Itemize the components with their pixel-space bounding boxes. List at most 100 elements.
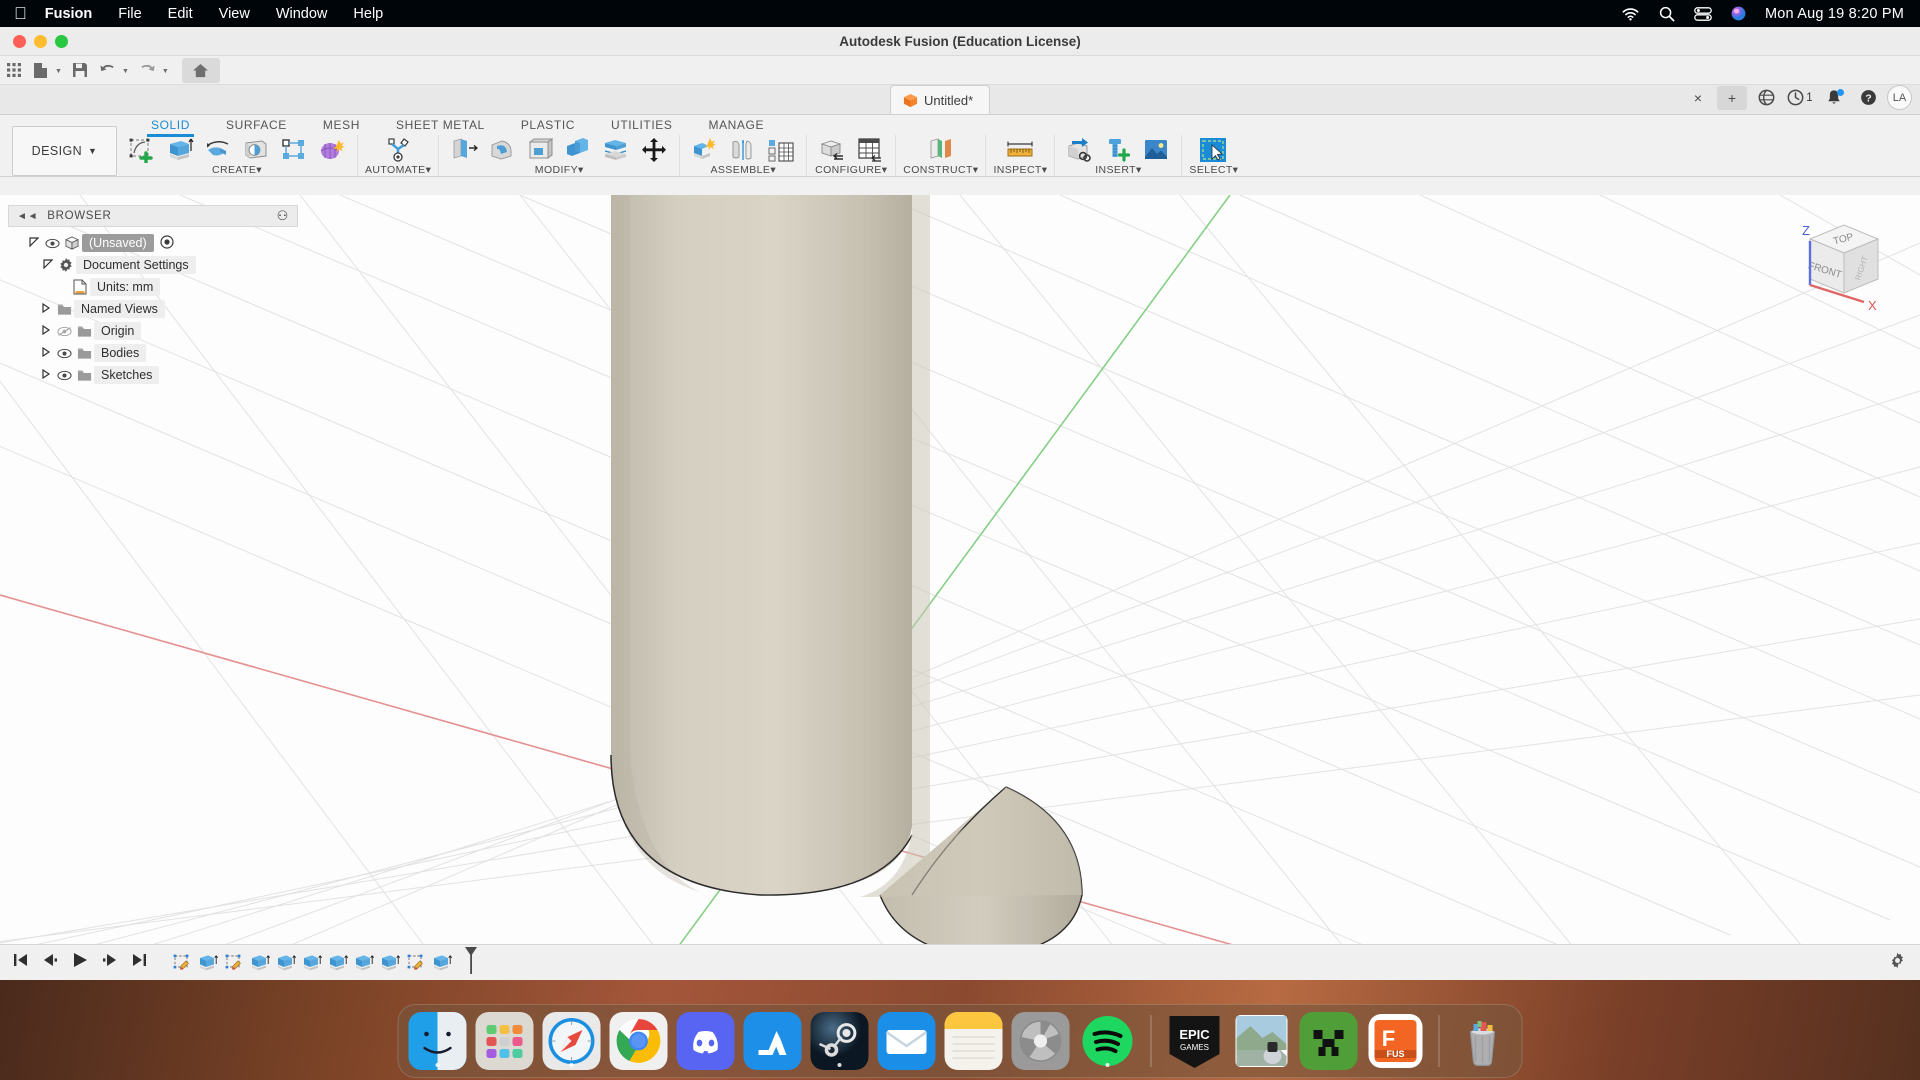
notes-icon[interactable] xyxy=(944,1012,1003,1070)
workspace-selector[interactable]: DESIGN ▼ xyxy=(12,126,117,176)
extrude-feature-icon[interactable] xyxy=(431,952,453,974)
extrude-feature-icon[interactable] xyxy=(249,952,271,974)
apple-menu-icon[interactable]:  xyxy=(14,5,27,22)
ribbon-tab-solid[interactable]: SOLID xyxy=(133,114,208,137)
job-status-icon[interactable]: 1 xyxy=(1785,86,1815,110)
siri-icon[interactable] xyxy=(1731,6,1746,21)
browser-row-bodies[interactable]: Bodies xyxy=(8,342,298,364)
chevron-down-icon[interactable]: ▼ xyxy=(55,68,62,75)
expand-arrow-icon[interactable] xyxy=(26,237,42,249)
discord-icon[interactable] xyxy=(676,1012,735,1070)
menu-item-file[interactable]: File xyxy=(118,6,141,22)
fusion-icon[interactable]: F FUS xyxy=(1367,1012,1425,1070)
visibility-eye-icon[interactable] xyxy=(54,348,74,359)
extrude-feature-icon[interactable] xyxy=(379,952,401,974)
browser-row-sketches[interactable]: Sketches xyxy=(8,364,298,386)
chevron-down-icon[interactable]: ▼ xyxy=(122,68,129,75)
finder-icon[interactable] xyxy=(408,1012,467,1070)
bill-of-materials-icon[interactable] xyxy=(763,135,799,165)
timeline-settings-icon[interactable] xyxy=(1889,952,1920,974)
configuration-table-icon[interactable] xyxy=(852,135,888,165)
canvas-image-icon[interactable] xyxy=(1138,135,1174,165)
browser-row-unsaved[interactable]: (Unsaved) xyxy=(8,232,298,254)
launchpad-icon[interactable] xyxy=(475,1012,534,1070)
view-cube[interactable]: TOP FRONT RIGHT Z X xyxy=(1772,207,1902,317)
extrude-feature-icon[interactable] xyxy=(301,952,323,974)
press-pull-icon[interactable] xyxy=(446,135,482,165)
ribbon-tab-utilities[interactable]: UTILITIES xyxy=(593,114,690,137)
new-tab-button[interactable]: + xyxy=(1717,85,1747,110)
menu-item-edit[interactable]: Edit xyxy=(168,6,193,22)
undo-icon[interactable] xyxy=(94,59,121,82)
close-tab-button[interactable]: × xyxy=(1683,86,1713,110)
menu-item-window[interactable]: Window xyxy=(276,6,328,22)
minecraft-icon[interactable] xyxy=(1299,1012,1358,1070)
search-icon[interactable] xyxy=(1659,6,1675,22)
extrude-feature-icon[interactable] xyxy=(275,952,297,974)
automated-modeling-icon[interactable] xyxy=(380,135,416,165)
user-avatar[interactable]: LA xyxy=(1887,85,1912,110)
extrude-feature-icon[interactable] xyxy=(327,952,349,974)
shell-icon[interactable] xyxy=(522,135,558,165)
collapse-arrow-icon[interactable] xyxy=(38,302,54,315)
ribbon-tab-mesh[interactable]: MESH xyxy=(305,114,378,137)
save-icon[interactable] xyxy=(67,59,94,82)
steam-icon[interactable] xyxy=(810,1012,869,1070)
sketch-feature-icon[interactable] xyxy=(405,952,427,974)
home-icon[interactable] xyxy=(181,57,220,83)
insert-derive-icon[interactable] xyxy=(1062,135,1098,165)
minus-circle-icon[interactable]: ⚇ xyxy=(277,208,289,224)
menu-item-view[interactable]: View xyxy=(219,6,250,22)
viewport-canvas[interactable]: ◄◄ BROWSER ⚇ (Unsaved) Document Settings… xyxy=(0,195,1920,980)
menu-item-fusion[interactable]: Fusion xyxy=(45,6,93,22)
document-tab[interactable]: Untitled* xyxy=(890,85,991,114)
visibility-hidden-icon[interactable] xyxy=(54,326,74,337)
ribbon-tab-sheet-metal[interactable]: SHEET METAL xyxy=(378,114,503,137)
redo-group[interactable]: ▼ xyxy=(134,59,174,82)
new-component-icon[interactable] xyxy=(687,135,723,165)
extrude-feature-icon[interactable] xyxy=(353,952,375,974)
ribbon-tab-manage[interactable]: MANAGE xyxy=(690,114,782,137)
skip-to-end-icon[interactable] xyxy=(132,953,147,972)
joint-icon[interactable] xyxy=(725,135,761,165)
step-back-icon[interactable] xyxy=(42,953,58,972)
epic-games-icon[interactable]: EPIC GAMES xyxy=(1166,1012,1224,1070)
undo-group[interactable]: ▼ xyxy=(94,59,134,82)
extrude-icon[interactable] xyxy=(162,135,198,165)
app-grid-icon[interactable] xyxy=(0,59,27,82)
create-form-icon[interactable] xyxy=(314,135,350,165)
play-icon[interactable] xyxy=(72,952,88,973)
new-file-group[interactable]: ▼ xyxy=(27,59,67,82)
visibility-eye-icon[interactable] xyxy=(42,238,62,249)
create-configuration-icon[interactable] xyxy=(814,135,850,165)
chevron-down-icon[interactable]: ▼ xyxy=(162,68,169,75)
extrude-feature-icon[interactable] xyxy=(197,952,219,974)
step-forward-icon[interactable] xyxy=(102,953,118,972)
control-center-icon[interactable] xyxy=(1694,6,1712,21)
visibility-eye-icon[interactable] xyxy=(54,370,74,381)
collapse-left-icon[interactable]: ◄◄ xyxy=(17,211,38,222)
browser-row-named-views[interactable]: Named Views xyxy=(8,298,298,320)
mail-icon[interactable] xyxy=(877,1012,936,1070)
new-file-icon[interactable] xyxy=(27,59,54,82)
insert-mcmaster-icon[interactable] xyxy=(1100,135,1136,165)
system-settings-icon[interactable] xyxy=(1011,1012,1070,1070)
ribbon-tab-plastic[interactable]: PLASTIC xyxy=(503,114,593,137)
browser-row-document-settings[interactable]: Document Settings xyxy=(8,254,298,276)
collapse-arrow-icon[interactable] xyxy=(38,368,54,381)
trash-icon[interactable] xyxy=(1454,1012,1512,1070)
spotify-icon[interactable] xyxy=(1079,1012,1137,1070)
collapse-arrow-icon[interactable] xyxy=(38,346,54,359)
move-copy-icon[interactable] xyxy=(636,135,672,165)
create-sketch-icon[interactable] xyxy=(124,135,160,165)
fillet-icon[interactable] xyxy=(484,135,520,165)
revolve-icon[interactable] xyxy=(200,135,236,165)
measure-icon[interactable] xyxy=(1002,135,1038,165)
sweep-icon[interactable] xyxy=(238,135,274,165)
skip-to-start-icon[interactable] xyxy=(13,953,28,972)
ribbon-tab-surface[interactable]: SURFACE xyxy=(208,114,305,137)
menu-bar-clock[interactable]: Mon Aug 19 8:20 PM xyxy=(1765,6,1904,22)
collapse-arrow-icon[interactable] xyxy=(38,324,54,337)
offset-face-icon[interactable] xyxy=(598,135,634,165)
timeline-marker-icon[interactable] xyxy=(463,945,479,980)
